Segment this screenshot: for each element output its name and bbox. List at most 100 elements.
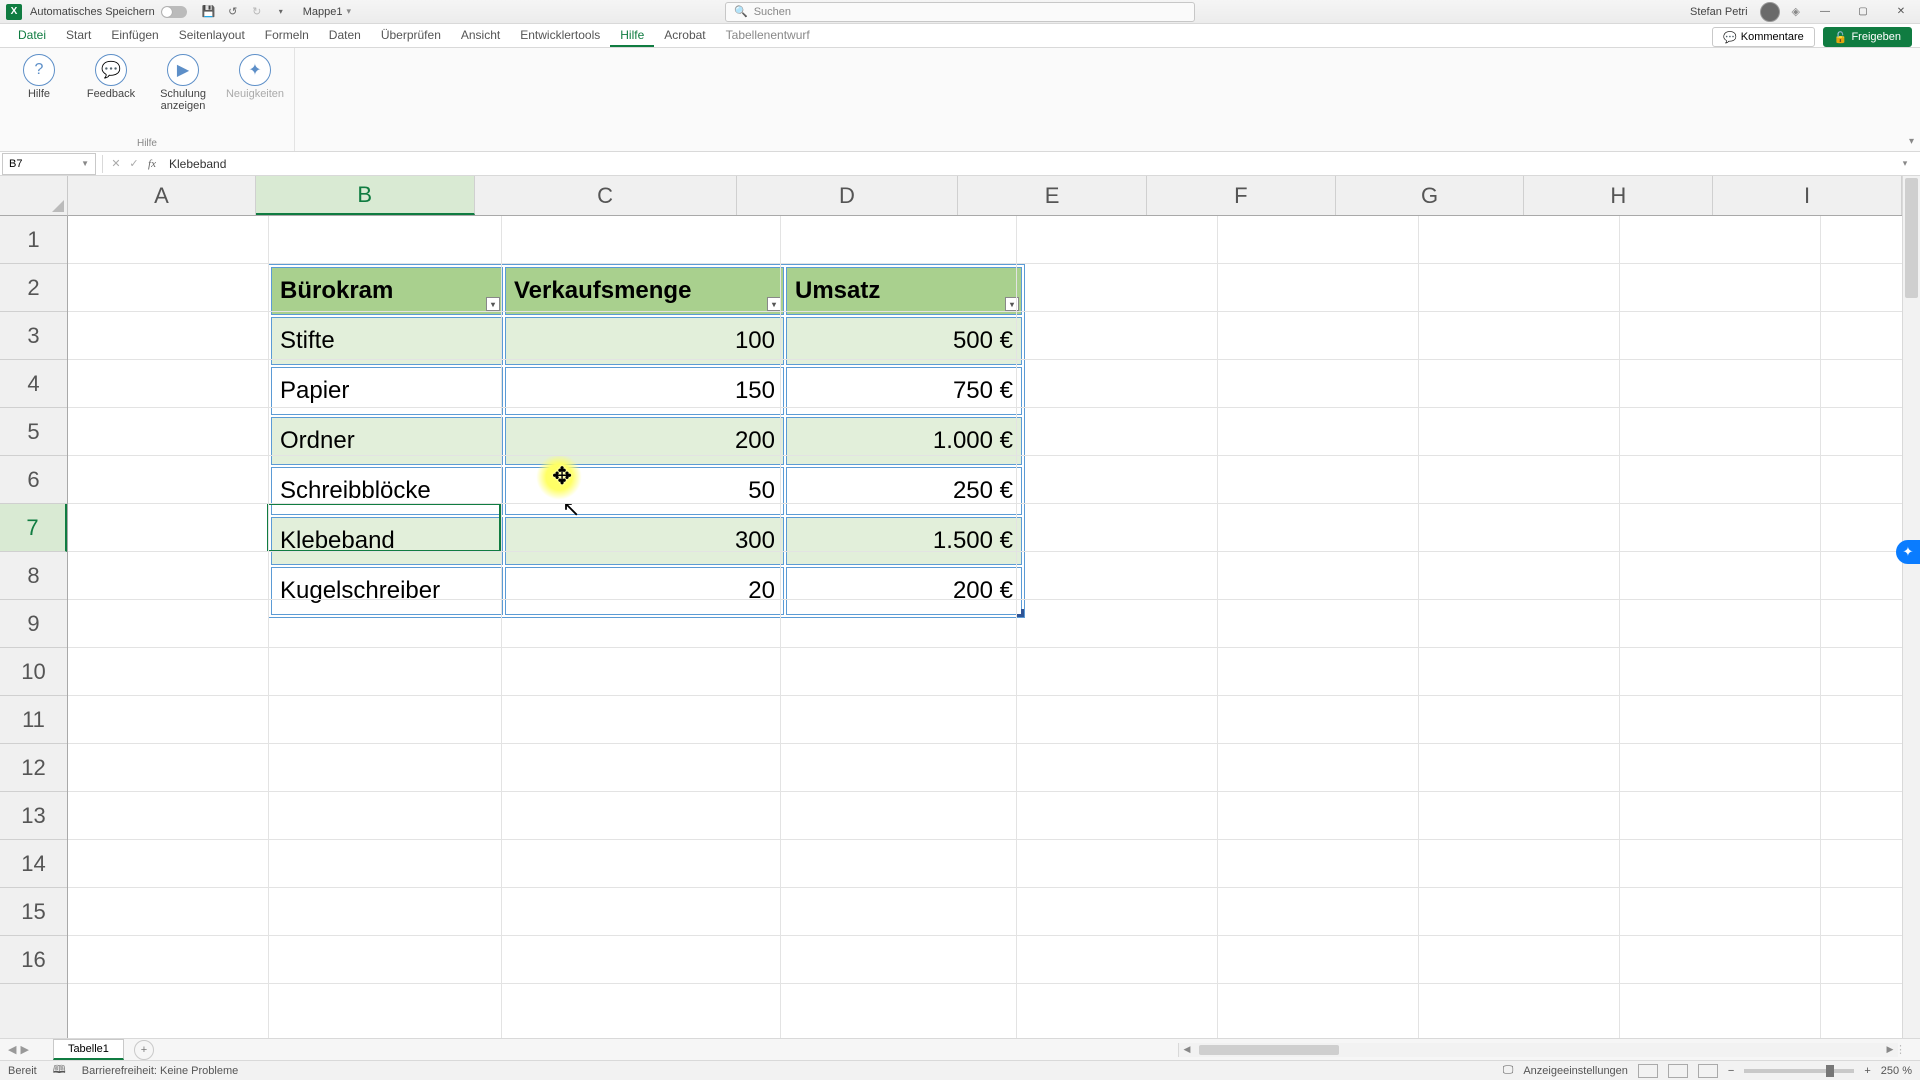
search-input[interactable]: 🔍 Suchen	[725, 2, 1195, 22]
autosave-toggle[interactable]: Automatisches Speichern	[30, 6, 187, 18]
chevron-down-icon[interactable]: ▼	[81, 159, 89, 168]
display-settings-label[interactable]: Anzeigeeinstellungen	[1523, 1065, 1628, 1077]
name-box-value: B7	[9, 158, 22, 170]
row-header-2[interactable]: 2	[0, 264, 67, 312]
zoom-slider[interactable]	[1744, 1069, 1854, 1073]
scroll-right-icon[interactable]: ▶	[1882, 1044, 1898, 1055]
tab-formeln[interactable]: Formeln	[255, 24, 319, 47]
scrollbar-thumb[interactable]	[1905, 178, 1918, 298]
tab-einfügen[interactable]: Einfügen	[101, 24, 168, 47]
minimize-button[interactable]: —	[1812, 2, 1838, 22]
row-header-6[interactable]: 6	[0, 456, 67, 504]
status-ready: Bereit	[8, 1065, 37, 1077]
tab-hilfe[interactable]: Hilfe	[610, 24, 654, 47]
add-sheet-button[interactable]: +	[134, 1040, 154, 1060]
col-header-H[interactable]: H	[1524, 176, 1713, 215]
display-settings-icon[interactable]: 🖵	[1503, 1064, 1514, 1077]
col-header-E[interactable]: E	[958, 176, 1147, 215]
col-header-D[interactable]: D	[737, 176, 959, 215]
horizontal-scrollbar[interactable]: ◀ ▶	[1178, 1043, 1898, 1057]
col-header-I[interactable]: I	[1713, 176, 1902, 215]
row-headers: 12345678910111213141516	[0, 216, 68, 1038]
workbook-name[interactable]: Mappe1 ▾	[303, 6, 351, 18]
ribbon-icon: ▶	[167, 54, 199, 86]
zoom-level[interactable]: 250 %	[1881, 1065, 1912, 1077]
tab-acrobat[interactable]: Acrobat	[654, 24, 715, 47]
zoom-out-icon[interactable]: −	[1728, 1065, 1734, 1077]
col-header-F[interactable]: F	[1147, 176, 1336, 215]
sheet-prev-icon[interactable]: ◀	[8, 1043, 16, 1056]
tab-überprüfen[interactable]: Überprüfen	[371, 24, 451, 47]
tab-daten[interactable]: Daten	[319, 24, 371, 47]
scroll-left-icon[interactable]: ◀	[1179, 1044, 1195, 1055]
search-icon: 🔍	[734, 5, 748, 18]
cells[interactable]: Bürokram▾ Verkaufsmenge▾ Umsatz▾ Stifte1…	[68, 216, 1902, 1038]
tab-seitenlayout[interactable]: Seitenlayout	[169, 24, 255, 47]
ribbon-neuigkeiten: ✦Neuigkeiten	[226, 54, 284, 112]
maximize-button[interactable]: ▢	[1850, 2, 1876, 22]
row-header-16[interactable]: 16	[0, 936, 67, 984]
name-box[interactable]: B7 ▼	[2, 153, 96, 175]
vertical-scrollbar[interactable]	[1902, 176, 1920, 1038]
avatar[interactable]	[1760, 2, 1780, 22]
tab-entwicklertools[interactable]: Entwicklertools	[510, 24, 610, 47]
row-header-4[interactable]: 4	[0, 360, 67, 408]
sheet-tab[interactable]: Tabelle1	[53, 1039, 124, 1060]
side-panel-badge-icon[interactable]: ✦	[1896, 540, 1920, 564]
row-header-14[interactable]: 14	[0, 840, 67, 888]
accessibility-icon: 🕮	[53, 1061, 66, 1080]
row-header-3[interactable]: 3	[0, 312, 67, 360]
fx-icon[interactable]: fx	[143, 158, 161, 170]
ribbon-schulung-anzeigen[interactable]: ▶Schulung anzeigen	[154, 54, 212, 112]
qat-dropdown-icon[interactable]: ▾	[272, 3, 290, 21]
row-header-8[interactable]: 8	[0, 552, 67, 600]
row-header-9[interactable]: 9	[0, 600, 67, 648]
share-button[interactable]: 🔓 Freigeben	[1823, 27, 1912, 47]
sheet-next-icon[interactable]: ▶	[20, 1043, 28, 1056]
excel-icon: X	[6, 4, 22, 20]
col-header-G[interactable]: G	[1336, 176, 1525, 215]
tab-tabellenentwurf[interactable]: Tabellenentwurf	[716, 24, 820, 47]
cancel-formula-icon[interactable]: ✕	[107, 157, 125, 170]
col-header-B[interactable]: B	[256, 176, 475, 215]
accept-formula-icon[interactable]: ✓	[125, 157, 143, 170]
redo-icon[interactable]: ↻	[248, 3, 266, 21]
collapse-ribbon-icon[interactable]: ▾	[1909, 136, 1914, 147]
user-name[interactable]: Stefan Petri	[1690, 6, 1747, 18]
undo-icon[interactable]: ↺	[224, 3, 242, 21]
page-break-view-icon[interactable]	[1698, 1064, 1718, 1078]
comments-button[interactable]: 💬 Kommentare	[1712, 27, 1815, 47]
row-header-12[interactable]: 12	[0, 744, 67, 792]
autosave-label: Automatisches Speichern	[30, 6, 155, 18]
ribbon-hilfe[interactable]: ?Hilfe	[10, 54, 68, 112]
expand-formula-icon[interactable]: ▾	[1896, 158, 1914, 169]
row-header-5[interactable]: 5	[0, 408, 67, 456]
col-header-C[interactable]: C	[475, 176, 737, 215]
ribbon-icon: 💬	[95, 54, 127, 86]
scrollbar-thumb[interactable]	[1199, 1045, 1339, 1055]
zoom-thumb[interactable]	[1826, 1065, 1834, 1077]
formula-input[interactable]: Klebeband	[161, 157, 1896, 171]
row-header-13[interactable]: 13	[0, 792, 67, 840]
grid-area[interactable]: ABCDEFGHI 12345678910111213141516 Bürokr…	[0, 176, 1920, 1038]
ribbon-feedback[interactable]: 💬Feedback	[82, 54, 140, 112]
close-button[interactable]: ✕	[1888, 2, 1914, 22]
tab-file[interactable]: Datei	[8, 24, 56, 47]
row-header-10[interactable]: 10	[0, 648, 67, 696]
select-all-corner[interactable]	[0, 176, 68, 216]
title-bar: X Automatisches Speichern 💾 ↺ ↻ ▾ Mappe1…	[0, 0, 1920, 24]
row-header-11[interactable]: 11	[0, 696, 67, 744]
normal-view-icon[interactable]	[1638, 1064, 1658, 1078]
row-header-1[interactable]: 1	[0, 216, 67, 264]
col-header-A[interactable]: A	[68, 176, 256, 215]
zoom-in-icon[interactable]: +	[1864, 1065, 1870, 1077]
tab-ansicht[interactable]: Ansicht	[451, 24, 510, 47]
diamond-icon[interactable]: ◈	[1792, 5, 1800, 18]
toggle-track[interactable]	[161, 6, 187, 18]
row-header-15[interactable]: 15	[0, 888, 67, 936]
tab-start[interactable]: Start	[56, 24, 101, 47]
page-layout-view-icon[interactable]	[1668, 1064, 1688, 1078]
ribbon-body: ?Hilfe💬Feedback▶Schulung anzeigen✦Neuigk…	[0, 48, 1920, 152]
save-icon[interactable]: 💾	[200, 3, 218, 21]
row-header-7[interactable]: 7	[0, 504, 67, 552]
